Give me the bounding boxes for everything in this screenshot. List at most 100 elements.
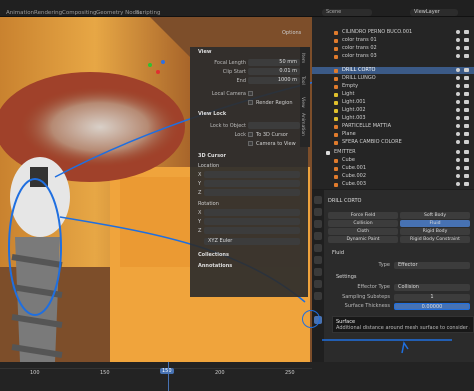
tab-compositing[interactable]: Compositing <box>62 10 96 16</box>
list-item[interactable]: Plane <box>312 131 474 138</box>
location-x-field[interactable] <box>204 171 300 178</box>
eye-icon[interactable] <box>456 174 460 178</box>
list-item[interactable]: Light <box>312 91 474 98</box>
rotation-z-field[interactable] <box>204 227 300 234</box>
camera-icon[interactable] <box>464 92 469 96</box>
eye-icon[interactable] <box>456 132 460 136</box>
eye-icon[interactable] <box>456 54 460 58</box>
focal-length-field[interactable]: 50 mm <box>248 59 300 66</box>
annotations-header[interactable]: Annotations <box>190 263 232 269</box>
fluid-button[interactable]: Fluid <box>400 220 470 227</box>
eye-icon[interactable] <box>456 100 460 104</box>
tab-animation[interactable]: Animation <box>6 10 34 16</box>
clip-start-field[interactable]: 0.01 m <box>248 68 300 75</box>
3d-viewport[interactable]: View Focal Length 50 mm Clip Start 0.01 … <box>0 17 312 362</box>
options-menu[interactable]: Options <box>282 30 301 36</box>
tab-item[interactable]: Item <box>300 47 305 69</box>
eye-icon[interactable] <box>456 76 460 80</box>
surface-thickness-field[interactable]: 0.00000 <box>394 303 470 310</box>
eye-icon[interactable] <box>456 150 460 154</box>
dynamic-paint-button[interactable]: Dynamic Paint <box>328 236 398 243</box>
eye-icon[interactable] <box>456 116 460 120</box>
list-item[interactable]: color trans 01 <box>312 37 474 44</box>
list-item[interactable]: PARTICELLE MATTIA <box>312 123 474 130</box>
object-tab-icon[interactable] <box>314 268 322 276</box>
camera-icon[interactable] <box>464 46 469 50</box>
camera-icon[interactable] <box>464 76 469 80</box>
to-3d-cursor-checkbox[interactable] <box>248 132 253 137</box>
local-camera-checkbox[interactable] <box>248 91 253 96</box>
camera-icon[interactable] <box>464 140 469 144</box>
cloth-button[interactable]: Cloth <box>328 228 398 235</box>
tab-view[interactable]: View <box>300 91 305 113</box>
eye-icon[interactable] <box>456 166 460 170</box>
3d-cursor-header[interactable]: 3D Cursor <box>190 153 226 159</box>
camera-icon[interactable] <box>464 174 469 178</box>
clip-end-field[interactable]: 1000 m <box>248 77 300 84</box>
camera-icon[interactable] <box>464 150 469 154</box>
render-tab-icon[interactable] <box>314 208 322 216</box>
list-item-selected[interactable]: DRILL CORTO <box>312 67 474 74</box>
view-panel-header[interactable]: View <box>190 49 212 55</box>
camera-icon[interactable] <box>464 182 469 186</box>
camera-icon[interactable] <box>464 30 469 34</box>
particles-tab-icon[interactable] <box>314 292 322 300</box>
location-y-field[interactable] <box>204 180 300 187</box>
tab-tool[interactable]: Tool <box>300 69 305 91</box>
fluid-panel-header[interactable]: Fluid <box>332 250 344 256</box>
camera-icon[interactable] <box>464 54 469 58</box>
camera-icon[interactable] <box>464 108 469 112</box>
rotation-y-field[interactable] <box>204 218 300 225</box>
eye-icon[interactable] <box>456 38 460 42</box>
collections-header[interactable]: Collections <box>190 252 229 258</box>
tab-scripting[interactable]: Scripting <box>136 10 160 16</box>
camera-icon[interactable] <box>464 124 469 128</box>
rotation-x-field[interactable] <box>204 209 300 216</box>
force-field-button[interactable]: Force Field <box>328 212 398 219</box>
tab-animation-side[interactable]: Animation <box>300 113 305 136</box>
camera-to-view-checkbox[interactable] <box>248 141 253 146</box>
camera-icon[interactable] <box>464 38 469 42</box>
list-item[interactable]: color trans 02 <box>312 45 474 52</box>
current-frame-indicator[interactable]: 150 <box>160 368 174 374</box>
collection-item[interactable]: EMITTER <box>312 149 474 156</box>
eye-icon[interactable] <box>456 30 460 34</box>
list-item[interactable]: Cube.003 <box>312 181 474 188</box>
timeline[interactable]: 100 150 200 250 150 <box>0 362 312 391</box>
settings-panel-header[interactable]: Settings <box>336 274 357 280</box>
camera-icon[interactable] <box>464 166 469 170</box>
view-layer-selector[interactable]: ViewLayer <box>410 9 458 16</box>
list-item[interactable]: Light.002 <box>312 107 474 114</box>
list-item[interactable]: SFERA CAMBIO COLORE <box>312 139 474 146</box>
camera-icon[interactable] <box>464 100 469 104</box>
soft-body-button[interactable]: Soft Body <box>400 212 470 219</box>
eye-icon[interactable] <box>456 84 460 88</box>
rotation-mode-dropdown[interactable]: XYZ Euler <box>204 238 300 245</box>
output-tab-icon[interactable] <box>314 220 322 228</box>
eye-icon[interactable] <box>456 92 460 96</box>
eye-icon[interactable] <box>456 158 460 162</box>
list-item[interactable]: color trans 03 <box>312 53 474 60</box>
lock-to-object-field[interactable] <box>248 122 300 129</box>
list-item[interactable]: Empty <box>312 83 474 90</box>
world-tab-icon[interactable] <box>314 256 322 264</box>
eye-icon[interactable] <box>456 68 460 72</box>
collision-button[interactable]: Collision <box>328 220 398 227</box>
scene-selector[interactable]: Scene <box>322 9 372 16</box>
camera-icon[interactable] <box>464 68 469 72</box>
sampling-substeps-field[interactable]: 1 <box>394 294 470 301</box>
playhead[interactable] <box>168 362 169 391</box>
list-item[interactable]: DRILL LUNGO <box>312 75 474 82</box>
render-region-checkbox[interactable] <box>248 100 253 105</box>
effector-type-dropdown[interactable]: Collision <box>394 284 470 291</box>
scene-tab-icon[interactable] <box>314 244 322 252</box>
eye-icon[interactable] <box>456 46 460 50</box>
list-item[interactable]: Cube.002 <box>312 173 474 180</box>
view-layer-tab-icon[interactable] <box>314 232 322 240</box>
rigid-body-button[interactable]: Rigid Body <box>400 228 470 235</box>
list-item[interactable]: CILINDRO PERNO BUCO.001 <box>312 29 474 36</box>
list-item[interactable]: Cube <box>312 157 474 164</box>
list-item[interactable]: Light.003 <box>312 115 474 122</box>
camera-icon[interactable] <box>464 132 469 136</box>
camera-icon[interactable] <box>464 84 469 88</box>
